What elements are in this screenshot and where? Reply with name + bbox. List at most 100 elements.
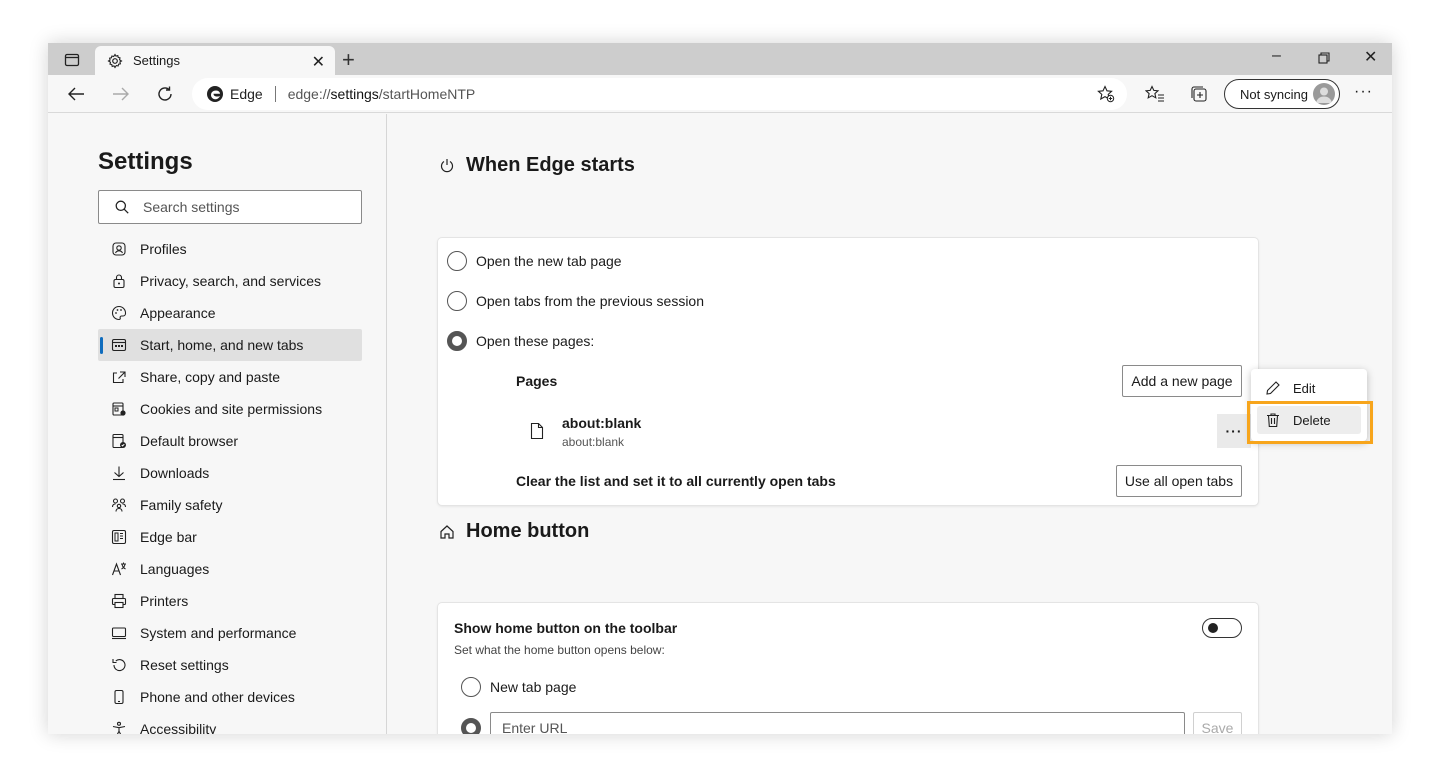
languages-icon <box>111 561 127 577</box>
sidebar-item-label: Privacy, search, and services <box>140 273 322 289</box>
home-section-title: Home button <box>439 520 589 543</box>
settings-main: When Edge starts Open the new tab page O… <box>388 114 1392 734</box>
use-all-open-tabs-button[interactable]: Use all open tabs <box>1116 465 1242 497</box>
save-button[interactable]: Save <box>1193 712 1242 734</box>
tab-settings[interactable]: Settings ✕ <box>95 46 335 75</box>
show-home-description: Set what the home button opens below: <box>454 643 665 657</box>
search-input[interactable]: Search settings <box>98 190 362 224</box>
clear-list-text: Clear the list and set it to all current… <box>516 473 836 489</box>
radio-label: Open the new tab page <box>476 253 622 269</box>
sidebar-item-label: Default browser <box>140 433 239 449</box>
address-bar[interactable]: Edge edge://settings/startHomeNTP <box>192 78 1127 110</box>
default-browser-icon <box>111 433 127 449</box>
add-new-page-button[interactable]: Add a new page <box>1122 365 1242 397</box>
radio-open-previous[interactable]: Open tabs from the previous session <box>447 291 704 311</box>
startup-card: Open the new tab page Open tabs from the… <box>438 238 1258 505</box>
radio-home-new-tab[interactable]: New tab page <box>461 677 576 697</box>
pages-heading: Pages <box>516 373 558 389</box>
browser-window: Settings ✕ + – ✕ Edge edge://settings/st… <box>48 43 1392 734</box>
radio-button[interactable] <box>461 677 481 697</box>
radio-label: Open tabs from the previous session <box>476 293 705 309</box>
menu-item-edit[interactable]: Edit <box>1257 374 1361 402</box>
search-placeholder: Search settings <box>143 199 240 215</box>
more-options-icon[interactable]: ··· <box>1354 83 1373 101</box>
phone-icon <box>111 689 127 705</box>
sidebar-nav: Profiles Privacy, search, and services A… <box>98 233 362 734</box>
start-home-icon <box>111 337 127 353</box>
gear-icon <box>107 52 123 69</box>
search-icon <box>115 200 129 214</box>
sidebar-item-languages[interactable]: Languages <box>98 553 362 585</box>
sidebar-item-label: Languages <box>140 561 210 577</box>
radio-open-these-pages[interactable]: Open these pages: <box>447 331 594 351</box>
sidebar-item-label: Cookies and site permissions <box>140 401 323 417</box>
sidebar-item-profiles[interactable]: Profiles <box>98 233 362 265</box>
add-favorite-icon[interactable] <box>1097 85 1115 106</box>
sidebar-item-default-browser[interactable]: Default browser <box>98 425 362 457</box>
radio-button[interactable] <box>447 291 467 311</box>
favorites-icon[interactable] <box>1144 84 1166 104</box>
show-home-label: Show home button on the toolbar <box>454 620 678 636</box>
close-window-icon[interactable]: ✕ <box>1364 47 1377 67</box>
sidebar-item-share[interactable]: Share, copy and paste <box>98 361 362 393</box>
sidebar-item-label: Profiles <box>140 241 187 257</box>
pencil-icon <box>1265 380 1281 396</box>
page-more-options-icon[interactable]: ··· <box>1217 414 1251 448</box>
sync-button[interactable]: Not syncing <box>1224 79 1340 109</box>
sidebar-item-reset[interactable]: Reset settings <box>98 649 362 681</box>
title-bar: Settings ✕ + – ✕ <box>48 43 1392 75</box>
sidebar-item-privacy[interactable]: Privacy, search, and services <box>98 265 362 297</box>
sidebar-item-accessibility[interactable]: Accessibility <box>98 713 362 734</box>
url-prefix: edge:// <box>287 86 331 102</box>
close-tab-icon[interactable]: ✕ <box>312 52 325 72</box>
sync-label: Not syncing <box>1240 86 1308 102</box>
startup-title-text: When Edge starts <box>466 154 635 176</box>
edge-bar-icon <box>111 529 127 545</box>
page-title: about:blank <box>562 415 642 431</box>
edge-logo-icon <box>206 85 224 103</box>
accessibility-icon <box>111 721 127 734</box>
minimize-icon[interactable]: – <box>1272 47 1281 65</box>
sidebar-item-label: Reset settings <box>140 657 229 673</box>
refresh-icon[interactable] <box>153 83 177 105</box>
radio-label: New tab page <box>490 679 577 695</box>
home-icon <box>439 524 455 540</box>
address-separator <box>274 86 276 102</box>
startup-section-title: When Edge starts <box>439 154 635 177</box>
radio-button[interactable] <box>447 251 467 271</box>
sidebar-item-printers[interactable]: Printers <box>98 585 362 617</box>
url-suffix: /startHomeNTP <box>378 86 476 102</box>
power-icon <box>439 158 455 174</box>
sidebar-item-downloads[interactable]: Downloads <box>98 457 362 489</box>
radio-open-new-tab[interactable]: Open the new tab page <box>447 251 622 271</box>
sidebar-item-cookies[interactable]: Cookies and site permissions <box>98 393 362 425</box>
collections-icon[interactable] <box>1188 84 1210 104</box>
toolbar: Edge edge://settings/startHomeNTP Not sy… <box>48 75 1392 113</box>
page-file-icon <box>530 422 544 440</box>
sidebar-item-start-home[interactable]: Start, home, and new tabs <box>98 329 362 361</box>
sidebar-item-phone[interactable]: Phone and other devices <box>98 681 362 713</box>
sidebar-item-family-safety[interactable]: Family safety <box>98 489 362 521</box>
restore-icon[interactable] <box>1318 51 1330 69</box>
sidebar-item-edge-bar[interactable]: Edge bar <box>98 521 362 553</box>
tab-actions-icon[interactable] <box>58 49 86 71</box>
new-tab-icon[interactable]: + <box>342 47 355 73</box>
sidebar-item-system[interactable]: System and performance <box>98 617 362 649</box>
sidebar-item-label: Phone and other devices <box>140 689 295 705</box>
system-icon <box>111 625 127 641</box>
sidebar-item-appearance[interactable]: Appearance <box>98 297 362 329</box>
sidebar-item-label: Downloads <box>140 465 210 481</box>
home-button-toggle[interactable] <box>1202 618 1242 638</box>
printer-icon <box>111 593 127 609</box>
forward-icon[interactable] <box>109 83 133 105</box>
radio-home-url-checked[interactable] <box>461 718 481 734</box>
home-card: Show home button on the toolbar Set what… <box>438 603 1258 734</box>
home-url-input[interactable]: Enter URL <box>490 712 1185 734</box>
back-icon[interactable] <box>64 83 88 105</box>
page-url: about:blank <box>562 435 625 449</box>
radio-button-checked[interactable] <box>447 331 467 351</box>
avatar <box>1313 83 1335 105</box>
home-title-text: Home button <box>466 520 590 542</box>
menu-item-label: Edit <box>1293 380 1316 396</box>
reset-icon <box>111 657 127 673</box>
